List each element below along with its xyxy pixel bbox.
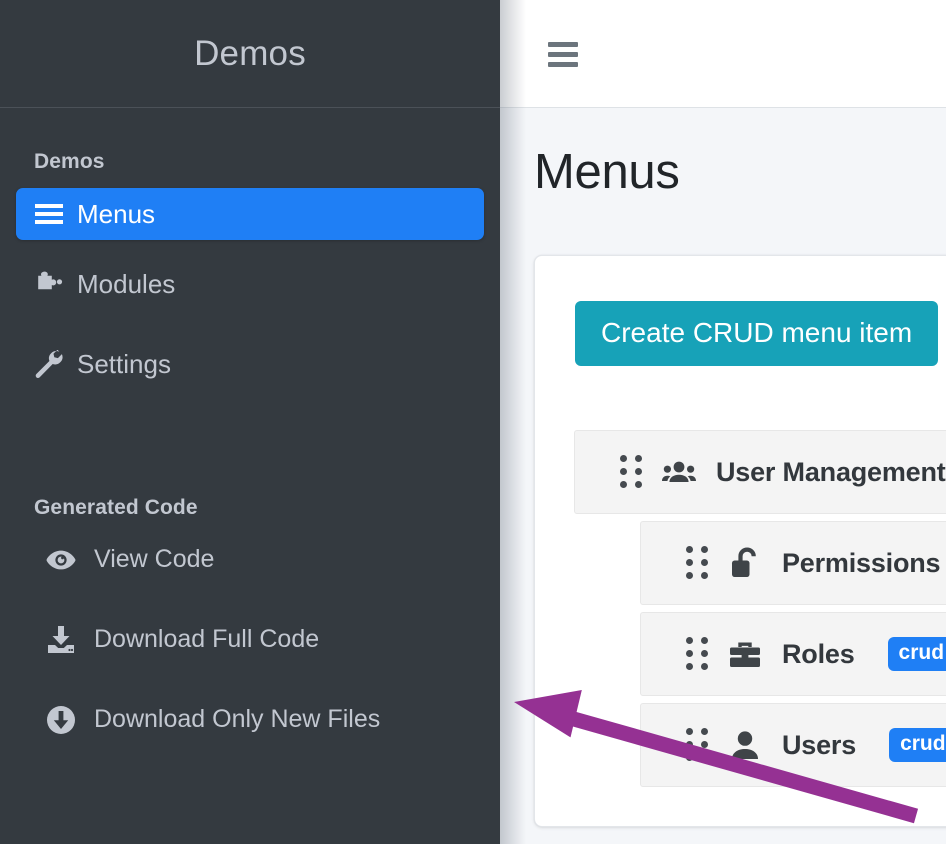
menu-row-label: Permissions bbox=[782, 548, 940, 579]
menus-card: Create CRUD menu item U bbox=[534, 255, 946, 827]
sidebar-item-label: View Code bbox=[94, 546, 214, 574]
hamburger-bar bbox=[548, 42, 578, 47]
menu-toggle-hamburger-icon[interactable] bbox=[548, 42, 578, 72]
briefcase-icon bbox=[728, 637, 762, 671]
sidebar-brand[interactable]: Demos bbox=[0, 0, 500, 108]
sidebar: Demos Demos Menus bbox=[0, 0, 500, 844]
menu-row-label: Roles bbox=[782, 639, 855, 670]
drag-handle-icon[interactable] bbox=[686, 637, 708, 671]
brand-title: Demos bbox=[194, 34, 306, 74]
top-navbar bbox=[500, 0, 946, 108]
sidebar-item-label: Download Only New Files bbox=[94, 706, 380, 734]
sidebar-item-label: Menus bbox=[77, 200, 155, 229]
nav-section-header-generated-code: Generated Code bbox=[16, 418, 484, 534]
wrench-icon bbox=[34, 349, 64, 379]
puzzle-piece-icon bbox=[34, 269, 64, 299]
nav-section-header-demos: Demos bbox=[16, 108, 484, 188]
unlock-icon bbox=[728, 546, 762, 580]
create-crud-menu-item-button[interactable]: Create CRUD menu item bbox=[575, 301, 938, 366]
drag-handle-icon[interactable] bbox=[686, 728, 708, 762]
sidebar-item-menus[interactable]: Menus bbox=[16, 188, 484, 240]
menu-row-label: User Management bbox=[716, 457, 946, 488]
sidebar-item-download-full-code[interactable]: Download Full Code bbox=[16, 614, 484, 666]
download-tray-icon bbox=[46, 625, 76, 655]
sidebar-item-label: Download Full Code bbox=[94, 626, 319, 654]
sidebar-item-view-code[interactable]: View Code bbox=[16, 534, 484, 586]
menu-row-user-management[interactable]: User Management bbox=[574, 430, 946, 514]
sidebar-item-download-only-new-files[interactable]: Download Only New Files bbox=[16, 694, 484, 746]
users-group-icon bbox=[662, 455, 696, 489]
main-content: Menus Create CRUD menu item bbox=[500, 0, 946, 844]
eye-icon bbox=[46, 545, 76, 575]
menu-row-label: Users bbox=[782, 730, 856, 761]
sidebar-item-modules[interactable]: Modules bbox=[16, 258, 484, 310]
status-badge-crud: crud bbox=[888, 637, 946, 671]
download-circle-icon bbox=[46, 705, 76, 735]
menu-row-roles[interactable]: Roles crud bbox=[640, 612, 946, 696]
drag-handle-icon[interactable] bbox=[620, 455, 642, 489]
page-title: Menus bbox=[500, 108, 946, 197]
drag-handle-icon[interactable] bbox=[686, 546, 708, 580]
hamburger-bar bbox=[548, 62, 578, 67]
menu-items-list: User Management Permissions bbox=[535, 430, 946, 794]
menu-row-permissions[interactable]: Permissions bbox=[640, 521, 946, 605]
sidebar-nav: Demos Menus Modu bbox=[0, 108, 500, 746]
hamburger-icon bbox=[34, 199, 64, 229]
user-icon bbox=[728, 728, 762, 762]
hamburger-bar bbox=[548, 52, 578, 57]
sidebar-item-settings[interactable]: Settings bbox=[16, 338, 484, 390]
menu-row-users[interactable]: Users crud bbox=[640, 703, 946, 787]
sidebar-item-label: Settings bbox=[77, 350, 171, 379]
sidebar-item-label: Modules bbox=[77, 270, 175, 299]
status-badge-crud: crud bbox=[889, 728, 946, 762]
app-window: Demos Demos Menus bbox=[0, 0, 946, 844]
